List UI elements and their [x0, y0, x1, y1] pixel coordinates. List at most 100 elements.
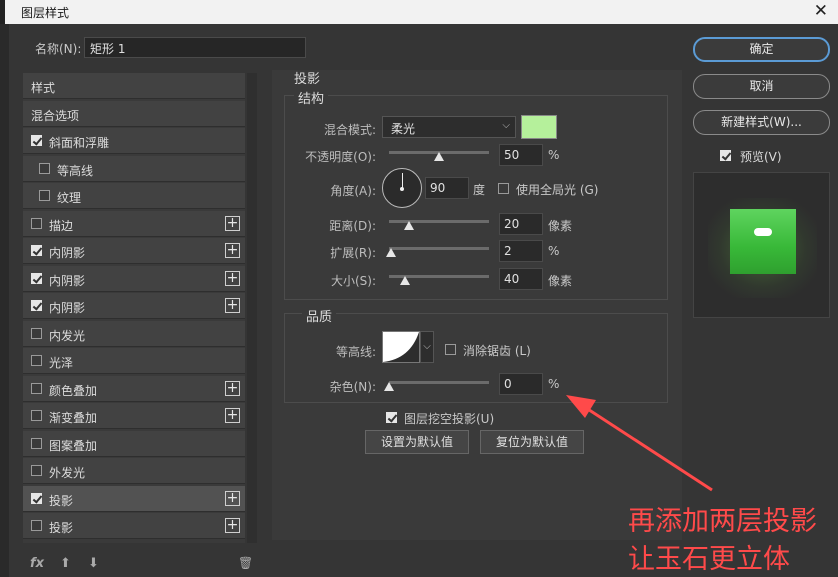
size-unit: 像素 [548, 274, 573, 288]
preview-checkbox[interactable] [720, 150, 731, 161]
style-item[interactable]: 内阴影 + [23, 265, 245, 292]
style-item-checkbox[interactable] [31, 465, 42, 476]
style-item[interactable]: 内发光 [23, 320, 245, 347]
move-up-icon[interactable]: ⬆ [60, 556, 71, 571]
noise-slider-track[interactable] [389, 381, 489, 384]
antialias-checkbox[interactable] [445, 344, 456, 355]
add-style-icon[interactable]: + [225, 408, 240, 423]
style-item-checkbox[interactable] [31, 492, 42, 504]
angle-dial[interactable] [382, 168, 422, 208]
style-item-label: 内阴影 [49, 301, 86, 315]
add-style-icon[interactable]: + [225, 380, 240, 396]
style-list-scrollbar[interactable] [247, 73, 257, 543]
size-field[interactable]: 40 [499, 268, 543, 290]
fx-icon[interactable]: fx [30, 556, 44, 571]
style-item[interactable]: 颜色叠加 + [23, 375, 245, 402]
style-item-label: 颜色叠加 [49, 383, 98, 398]
structure-title: 结构 [294, 88, 329, 107]
style-item[interactable]: 投影 + [23, 485, 245, 512]
style-item[interactable]: 图案叠加 [23, 430, 245, 457]
contour-label: 等高线: [335, 345, 376, 359]
add-style-icon[interactable]: + [225, 298, 240, 313]
move-down-icon[interactable]: ⬇ [88, 556, 99, 571]
preview-label: 预览(V) [740, 150, 782, 164]
add-style-icon[interactable]: + [225, 518, 240, 533]
style-item[interactable]: 纹理 [23, 183, 245, 209]
style-item-checkbox[interactable] [31, 135, 42, 146]
spread-slider-thumb[interactable] [386, 248, 396, 257]
contour-dropdown-icon[interactable]: ⌵ [420, 331, 434, 363]
angle-label: 角度(A): [330, 184, 376, 198]
global-light-checkbox[interactable] [498, 183, 509, 194]
opacity-label: 不透明度(O): [305, 150, 376, 164]
annotation-line-2: 让玉石更立体 [628, 544, 790, 575]
section-title: 投影 [294, 72, 321, 87]
style-item[interactable]: 描边 + [23, 210, 245, 237]
knockout-checkbox[interactable] [386, 412, 397, 423]
size-label: 大小(S): [330, 274, 376, 288]
style-item-checkbox[interactable] [31, 272, 42, 284]
cancel-button[interactable]: 取消 [693, 74, 830, 99]
style-item[interactable]: 光泽 [23, 348, 245, 374]
style-item-checkbox[interactable] [39, 190, 50, 201]
set-default-button[interactable]: 设置为默认值 [365, 430, 469, 454]
add-style-icon[interactable]: + [225, 215, 240, 231]
trash-icon[interactable]: 🗑 [238, 556, 253, 570]
style-item-checkbox[interactable] [31, 355, 42, 366]
style-item[interactable]: 外发光 [23, 458, 245, 484]
style-item-label: 纹理 [57, 191, 82, 205]
style-item[interactable]: 样式 [23, 73, 245, 99]
style-item-checkbox[interactable] [31, 327, 42, 339]
quality-title: 品质 [302, 306, 337, 325]
style-item[interactable]: 等高线 [23, 155, 245, 182]
noise-field[interactable]: 0 [499, 373, 543, 395]
spread-field[interactable]: 2 [499, 240, 543, 262]
size-slider-thumb[interactable] [400, 276, 410, 285]
distance-slider-thumb[interactable] [404, 221, 414, 230]
new-style-button[interactable]: 新建样式(W)... [693, 110, 830, 135]
noise-slider-thumb[interactable] [384, 382, 394, 391]
blend-mode-select[interactable]: 柔光 ⌵ [382, 116, 516, 138]
style-item[interactable]: 内阴影 + [23, 293, 245, 319]
name-input[interactable]: 矩形 1 [84, 37, 306, 58]
style-item-label: 投影 [49, 521, 74, 535]
antialias-label: 消除锯齿 (L) [463, 344, 531, 358]
spread-slider-track[interactable] [389, 247, 489, 250]
chevron-down-icon: ⌵ [502, 120, 510, 131]
style-item-checkbox[interactable] [31, 382, 42, 394]
style-item-checkbox[interactable] [31, 245, 42, 256]
style-item-label: 外发光 [49, 466, 86, 480]
distance-unit: 像素 [548, 219, 573, 233]
style-item[interactable]: 斜面和浮雕 [23, 128, 245, 154]
close-icon[interactable]: ✕ [814, 1, 828, 21]
window-title: 图层样式 [21, 6, 70, 20]
style-item-checkbox[interactable] [31, 410, 42, 421]
angle-field[interactable]: 90 [425, 177, 469, 199]
reset-default-button[interactable]: 复位为默认值 [480, 430, 584, 454]
distance-field[interactable]: 20 [499, 213, 543, 235]
style-item-checkbox[interactable] [31, 520, 42, 531]
style-item[interactable]: 混合选项 [23, 100, 245, 127]
style-item-label: 内阴影 [49, 273, 86, 288]
shadow-color-swatch[interactable] [521, 115, 557, 139]
contour-preview[interactable] [382, 331, 420, 363]
name-label: 名称(N): [35, 42, 82, 56]
noise-label: 杂色(N): [329, 380, 376, 394]
style-item-checkbox[interactable] [31, 217, 42, 229]
style-item-checkbox[interactable] [39, 162, 50, 174]
add-style-icon[interactable]: + [225, 490, 240, 506]
style-item-checkbox[interactable] [31, 300, 42, 311]
opacity-field[interactable]: 50 [499, 144, 543, 166]
add-style-icon[interactable]: + [225, 243, 240, 258]
angle-unit: 度 [473, 183, 486, 197]
angle-dial-center [400, 187, 404, 191]
style-item[interactable]: 投影 + [23, 513, 245, 539]
style-preview [693, 172, 830, 318]
ok-button[interactable]: 确定 [693, 37, 830, 62]
add-style-icon[interactable]: + [225, 270, 240, 286]
style-item-label: 图案叠加 [49, 438, 98, 453]
opacity-slider-thumb[interactable] [434, 152, 444, 161]
style-item[interactable]: 渐变叠加 + [23, 403, 245, 429]
style-item-checkbox[interactable] [31, 437, 42, 449]
style-item[interactable]: 内阴影 + [23, 238, 245, 264]
